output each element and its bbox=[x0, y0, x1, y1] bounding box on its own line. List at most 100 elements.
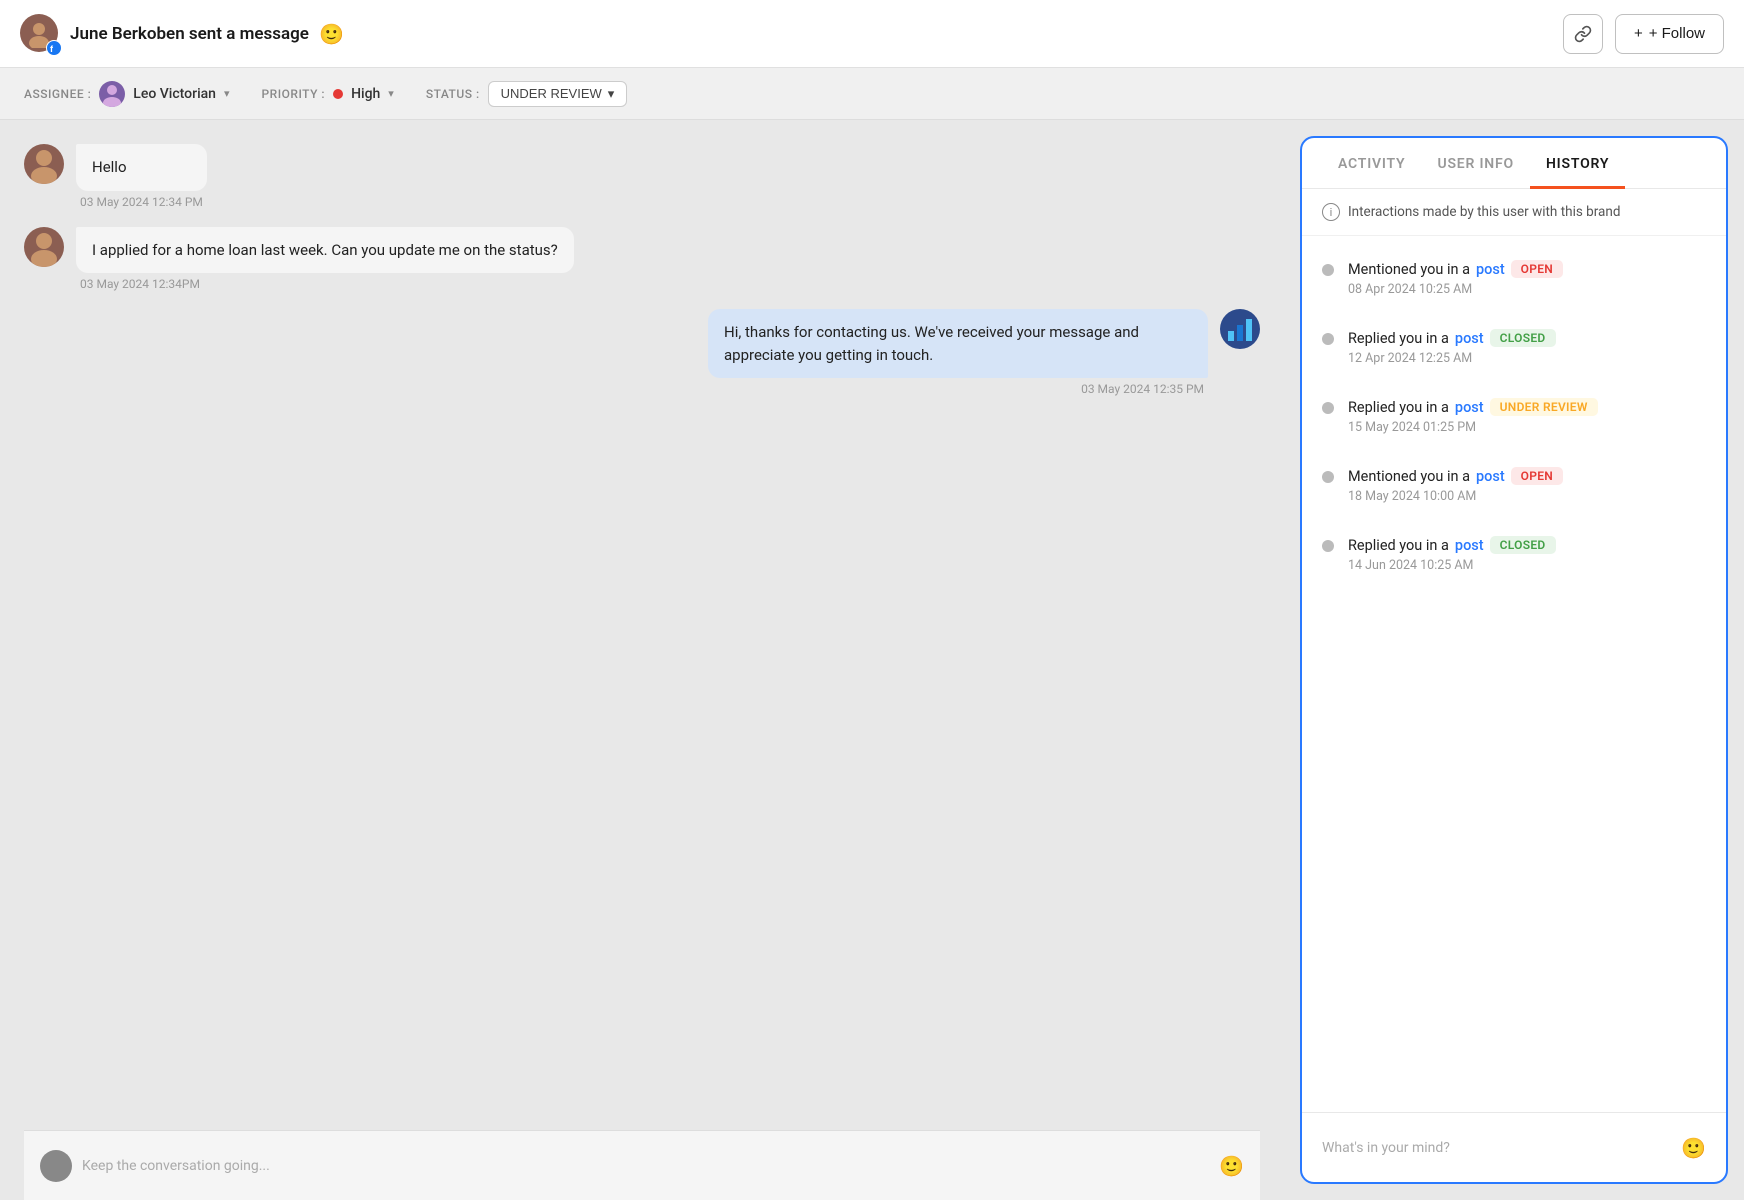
assignee-avatar bbox=[99, 81, 125, 107]
history-dot bbox=[1322, 333, 1334, 345]
message-row-outgoing: Hi, thanks for contacting us. We've rece… bbox=[24, 309, 1260, 396]
tabs-row: ACTIVITY USER INFO HISTORY bbox=[1302, 138, 1726, 189]
history-link[interactable]: post bbox=[1455, 537, 1484, 554]
assignee-item: ASSIGNEE : Leo Victorian ▾ bbox=[24, 81, 230, 107]
history-link[interactable]: post bbox=[1476, 261, 1505, 278]
history-text: Replied you in a post CLOSED bbox=[1348, 536, 1706, 554]
history-item: Mentioned you in a post OPEN 08 Apr 2024… bbox=[1302, 244, 1726, 313]
history-text: Mentioned you in a post OPEN bbox=[1348, 467, 1706, 485]
priority-chevron-icon[interactable]: ▾ bbox=[388, 87, 394, 100]
message-time: 03 May 2024 12:34PM bbox=[76, 277, 574, 291]
main-content: Hello 03 May 2024 12:34 PM I applied for… bbox=[0, 120, 1744, 1200]
history-action: Replied you in a bbox=[1348, 399, 1449, 416]
message-time: 03 May 2024 12:34 PM bbox=[76, 195, 207, 209]
history-badge: OPEN bbox=[1511, 467, 1563, 485]
messages-container: Hello 03 May 2024 12:34 PM I applied for… bbox=[24, 144, 1260, 1130]
history-time: 15 May 2024 01:25 PM bbox=[1348, 420, 1706, 435]
message-avatar bbox=[24, 227, 64, 267]
history-dot bbox=[1322, 402, 1334, 414]
history-text: Replied you in a post UNDER REVIEW bbox=[1348, 398, 1706, 416]
history-time: 18 May 2024 10:00 AM bbox=[1348, 489, 1706, 504]
history-badge: CLOSED bbox=[1490, 329, 1556, 347]
header-bar: f June Berkoben sent a message 🙂 + + Fol… bbox=[0, 0, 1744, 68]
priority-value: High bbox=[351, 86, 380, 102]
chat-footer-avatar bbox=[40, 1150, 72, 1182]
history-badge: UNDER REVIEW bbox=[1490, 398, 1598, 416]
history-badge: CLOSED bbox=[1490, 536, 1556, 554]
history-dot bbox=[1322, 264, 1334, 276]
history-time: 08 Apr 2024 10:25 AM bbox=[1348, 282, 1706, 297]
right-panel: ACTIVITY USER INFO HISTORY i Interaction… bbox=[1284, 120, 1744, 1200]
history-item: Mentioned you in a post OPEN 18 May 2024… bbox=[1302, 451, 1726, 520]
status-value: UNDER REVIEW bbox=[501, 86, 602, 101]
assignee-chevron-icon[interactable]: ▾ bbox=[224, 87, 230, 100]
history-time: 12 Apr 2024 12:25 AM bbox=[1348, 351, 1706, 366]
info-notice: i Interactions made by this user with th… bbox=[1302, 189, 1726, 236]
panel-footer: What's in your mind? 🙂 bbox=[1302, 1112, 1726, 1182]
priority-label: PRIORITY : bbox=[262, 87, 326, 101]
chat-footer: Keep the conversation going... 🙂 bbox=[24, 1130, 1260, 1200]
tab-activity[interactable]: ACTIVITY bbox=[1322, 138, 1421, 189]
history-item: Replied you in a post CLOSED 12 Apr 2024… bbox=[1302, 313, 1726, 382]
message-text: I applied for a home loan last week. Can… bbox=[92, 241, 558, 259]
panel-footer-placeholder[interactable]: What's in your mind? bbox=[1322, 1140, 1671, 1156]
message-bubble: I applied for a home loan last week. Can… bbox=[76, 227, 574, 274]
message-row: Hello 03 May 2024 12:34 PM bbox=[24, 144, 1260, 209]
history-link[interactable]: post bbox=[1476, 468, 1505, 485]
history-action: Mentioned you in a bbox=[1348, 261, 1470, 278]
user-avatar-wrap: f bbox=[20, 14, 60, 54]
tab-history[interactable]: HISTORY bbox=[1530, 138, 1625, 189]
info-circle-icon: i bbox=[1322, 203, 1340, 221]
message-time: 03 May 2024 12:35 PM bbox=[1077, 382, 1208, 396]
history-content: Replied you in a post UNDER REVIEW 15 Ma… bbox=[1348, 398, 1706, 435]
svg-text:f: f bbox=[50, 44, 54, 53]
status-chevron-icon: ▾ bbox=[608, 86, 615, 102]
chat-footer-placeholder[interactable]: Keep the conversation going... bbox=[82, 1158, 1209, 1174]
history-list: Mentioned you in a post OPEN 08 Apr 2024… bbox=[1302, 236, 1726, 1112]
chat-area: Hello 03 May 2024 12:34 PM I applied for… bbox=[0, 120, 1284, 1200]
link-button[interactable] bbox=[1563, 14, 1603, 54]
message-avatar bbox=[24, 144, 64, 184]
history-text: Replied you in a post CLOSED bbox=[1348, 329, 1706, 347]
priority-dot bbox=[333, 89, 343, 99]
info-text: Interactions made by this user with this… bbox=[1348, 204, 1620, 220]
message-content-outgoing: Hi, thanks for contacting us. We've rece… bbox=[708, 309, 1208, 396]
header-emoji: 🙂 bbox=[319, 22, 344, 46]
assignee-label: ASSIGNEE : bbox=[24, 87, 91, 101]
history-link[interactable]: post bbox=[1455, 330, 1484, 347]
assignee-name: Leo Victorian bbox=[133, 86, 216, 102]
history-dot bbox=[1322, 471, 1334, 483]
header-title: June Berkoben sent a message bbox=[70, 24, 309, 44]
message-text: Hello bbox=[92, 158, 127, 176]
status-label: STATUS : bbox=[426, 87, 480, 101]
history-dot bbox=[1322, 540, 1334, 552]
sub-header: ASSIGNEE : Leo Victorian ▾ PRIORITY : Hi… bbox=[0, 68, 1744, 120]
header-right: + + Follow bbox=[1563, 14, 1724, 54]
history-text: Mentioned you in a post OPEN bbox=[1348, 260, 1706, 278]
status-badge[interactable]: UNDER REVIEW ▾ bbox=[488, 81, 628, 107]
message-bubble: Hello bbox=[76, 144, 207, 191]
history-content: Replied you in a post CLOSED 12 Apr 2024… bbox=[1348, 329, 1706, 366]
history-action: Mentioned you in a bbox=[1348, 468, 1470, 485]
history-time: 14 Jun 2024 10:25 AM bbox=[1348, 558, 1706, 573]
history-content: Replied you in a post CLOSED 14 Jun 2024… bbox=[1348, 536, 1706, 573]
tab-user-info[interactable]: USER INFO bbox=[1421, 138, 1530, 189]
history-badge: OPEN bbox=[1511, 260, 1563, 278]
follow-label: + Follow bbox=[1649, 25, 1705, 42]
chat-emoji-icon[interactable]: 🙂 bbox=[1219, 1154, 1244, 1178]
message-content: I applied for a home loan last week. Can… bbox=[76, 227, 574, 292]
status-item: STATUS : UNDER REVIEW ▾ bbox=[426, 81, 627, 107]
priority-item: PRIORITY : High ▾ bbox=[262, 86, 394, 102]
message-content: Hello 03 May 2024 12:34 PM bbox=[76, 144, 207, 209]
history-item: Replied you in a post UNDER REVIEW 15 Ma… bbox=[1302, 382, 1726, 451]
message-row: I applied for a home loan last week. Can… bbox=[24, 227, 1260, 292]
history-content: Mentioned you in a post OPEN 18 May 2024… bbox=[1348, 467, 1706, 504]
panel-footer-emoji-icon[interactable]: 🙂 bbox=[1681, 1136, 1706, 1160]
facebook-badge: f bbox=[46, 40, 62, 56]
history-link[interactable]: post bbox=[1455, 399, 1484, 416]
panel-card: ACTIVITY USER INFO HISTORY i Interaction… bbox=[1300, 136, 1728, 1184]
message-bubble-outgoing: Hi, thanks for contacting us. We've rece… bbox=[708, 309, 1208, 378]
follow-button[interactable]: + + Follow bbox=[1615, 14, 1724, 54]
header-left: f June Berkoben sent a message 🙂 bbox=[20, 14, 344, 54]
history-action: Replied you in a bbox=[1348, 330, 1449, 347]
